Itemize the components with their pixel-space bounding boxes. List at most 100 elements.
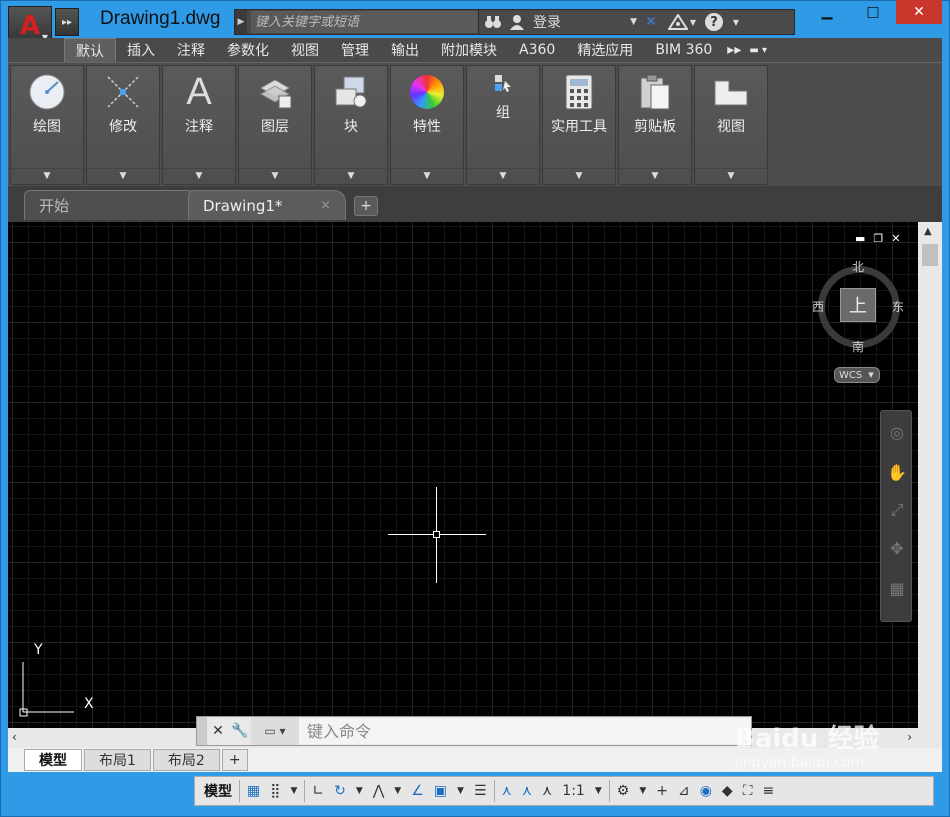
panel-block[interactable]: 块 ▼ — [314, 65, 388, 185]
panel-properties[interactable]: 特性 ▼ — [390, 65, 464, 185]
minimize-button[interactable]: ▁ — [804, 0, 850, 24]
close-icon[interactable]: ✕ — [207, 717, 229, 745]
binoculars-icon[interactable] — [479, 10, 507, 34]
osnap-dropdown-icon[interactable]: ▼ — [454, 778, 467, 804]
compass-east[interactable]: 东 — [892, 298, 904, 315]
clean-screen-icon[interactable]: ⛶ — [740, 778, 756, 804]
lineweight-icon[interactable]: ☰ — [471, 778, 490, 804]
orbit-icon[interactable]: ✥ — [885, 533, 909, 563]
ribbon-tab-annotate[interactable]: 注释 — [166, 39, 216, 61]
chevron-down-icon[interactable]: ▼ — [543, 168, 615, 182]
ribbon-tab-default[interactable]: 默认 — [64, 38, 116, 62]
chevron-down-icon[interactable]: ▼ — [467, 168, 539, 182]
exchange-apps-icon[interactable]: ✕ — [637, 10, 665, 34]
help-dropdown-icon[interactable]: ▼ — [729, 10, 743, 34]
search-input[interactable] — [251, 11, 478, 33]
vertical-scroll-thumb[interactable] — [922, 244, 938, 266]
ribbon-tab-insert[interactable]: 插入 — [116, 39, 166, 61]
object-snap-tracking-icon[interactable]: ∠ — [408, 778, 427, 804]
chevron-down-icon[interactable]: ▼ — [239, 168, 311, 182]
ortho-mode-icon[interactable]: ∟ — [309, 778, 327, 804]
object-snap-icon[interactable]: ▣ — [431, 778, 450, 804]
file-tab-start[interactable]: 开始 — [24, 190, 200, 220]
workspace-gear-icon[interactable]: ⚙ — [614, 778, 633, 804]
ribbon-more-tabs-icon[interactable]: ▸▸ — [723, 39, 745, 61]
wrench-icon[interactable]: 🔧 — [229, 717, 251, 745]
grid-display-icon[interactable]: ▦ — [244, 778, 263, 804]
help-icon[interactable]: ? — [699, 10, 729, 34]
compass-south[interactable]: 南 — [852, 338, 864, 355]
isodraft-dropdown-icon[interactable]: ▼ — [391, 778, 404, 804]
maximize-button[interactable]: □ — [850, 0, 896, 24]
chevron-down-icon[interactable]: ▼ — [87, 168, 159, 182]
file-tab-drawing1[interactable]: Drawing1* × — [188, 190, 346, 220]
ribbon-tab-addins[interactable]: 附加模块 — [430, 39, 508, 61]
compass-west[interactable]: 西 — [812, 298, 824, 315]
showmotion-icon[interactable]: ▦ — [885, 573, 909, 603]
panel-modify[interactable]: 修改 ▼ — [86, 65, 160, 185]
drawing-canvas[interactable]: ▬ ❐ ✕ 上 北 南 西 东 WCS ▼ ◎ ✋ ⤢ ✥ ▦ Y X — [8, 222, 918, 728]
signin-dropdown-icon[interactable]: ▼ — [567, 10, 637, 34]
panel-annotation[interactable]: A 注释 ▼ — [162, 65, 236, 185]
ribbon-tab-view[interactable]: 视图 — [280, 39, 330, 61]
units-icon[interactable]: ⊿ — [675, 778, 693, 804]
model-space-button[interactable]: 模型 — [201, 778, 235, 804]
scroll-left-icon[interactable]: ‹ — [12, 730, 17, 744]
chevron-down-icon[interactable]: ▼ — [11, 168, 83, 182]
layout-tab-layout2[interactable]: 布局2 — [152, 749, 220, 771]
customization-icon[interactable]: ≡ — [760, 778, 778, 804]
polar-tracking-icon[interactable]: ↻ — [331, 778, 349, 804]
chevron-down-icon[interactable]: ▼ — [619, 168, 691, 182]
auto-scale-icon[interactable]: ⋏ — [519, 778, 535, 804]
polar-dropdown-icon[interactable]: ▼ — [353, 778, 366, 804]
annotation-visibility-icon[interactable]: ⋏ — [499, 778, 515, 804]
a360-icon[interactable]: ▼ — [665, 10, 699, 34]
panel-draw[interactable]: 绘图 ▼ — [10, 65, 84, 185]
ribbon-tab-bim360[interactable]: BIM 360 — [644, 39, 723, 61]
panel-view[interactable]: 视图 ▼ — [694, 65, 768, 185]
hardware-acceleration-icon[interactable]: ◆ — [719, 778, 736, 804]
command-prompt-icon[interactable]: ▭ ▾ — [251, 717, 299, 745]
layout-tab-layout1[interactable]: 布局1 — [84, 749, 151, 771]
scroll-up-icon[interactable]: ▲ — [924, 226, 932, 237]
close-icon[interactable]: × — [320, 198, 331, 213]
signin-button[interactable]: 登录 — [527, 10, 567, 34]
ribbon-tab-manage[interactable]: 管理 — [330, 39, 380, 61]
annotation-monitor-icon[interactable]: + — [653, 778, 671, 804]
pan-hand-icon[interactable]: ✋ — [885, 457, 909, 487]
command-line-grip[interactable] — [197, 717, 207, 745]
annotation-scale-value[interactable]: 1:1 — [559, 778, 588, 804]
scroll-right-icon[interactable]: › — [907, 730, 912, 744]
viewcube[interactable]: 上 北 南 西 东 — [810, 258, 906, 354]
new-tab-button[interactable]: + — [354, 196, 378, 216]
panel-layers[interactable]: 图层 ▼ — [238, 65, 312, 185]
chevron-down-icon[interactable]: ▼ — [695, 168, 767, 182]
isodraft-icon[interactable]: ⋀ — [370, 778, 387, 804]
ribbon-tab-featured-apps[interactable]: 精选应用 — [566, 39, 644, 61]
ribbon-minimize-toggle-icon[interactable]: ▬ ▾ — [745, 39, 771, 61]
ribbon-tab-parametric[interactable]: 参数化 — [216, 39, 280, 61]
workspace-dropdown-icon[interactable]: ▼ — [636, 778, 649, 804]
isolate-objects-icon[interactable]: ◉ — [697, 778, 715, 804]
zoom-extents-icon[interactable]: ⤢ — [885, 495, 909, 525]
annotation-scale-icon[interactable]: ⋏ — [539, 778, 555, 804]
panel-utilities[interactable]: 实用工具 ▼ — [542, 65, 616, 185]
scale-dropdown-icon[interactable]: ▼ — [592, 778, 605, 804]
viewcube-top-face[interactable]: 上 — [840, 288, 876, 322]
search-expand-icon[interactable]: ▶ — [235, 10, 247, 34]
ribbon-tab-a360[interactable]: A360 — [508, 39, 566, 61]
ribbon-tab-output[interactable]: 输出 — [380, 39, 430, 61]
restore-icon[interactable]: ❐ — [873, 232, 883, 245]
add-layout-button[interactable]: + — [221, 749, 248, 771]
close-button[interactable]: ✕ — [896, 0, 942, 24]
wcs-menu-button[interactable]: WCS ▼ — [834, 367, 880, 383]
vertical-scrollbar[interactable]: ▲ — [918, 222, 942, 728]
layout-tab-model[interactable]: 模型 — [24, 749, 82, 771]
compass-north[interactable]: 北 — [852, 258, 864, 275]
command-input[interactable] — [299, 718, 751, 744]
chevron-down-icon[interactable]: ▼ — [163, 168, 235, 182]
chevron-down-icon[interactable]: ▼ — [315, 168, 387, 182]
chevron-down-icon[interactable]: ▼ — [391, 168, 463, 182]
snap-dropdown-icon[interactable]: ▼ — [288, 778, 301, 804]
quick-access-toolbar-expand-button[interactable]: ▸▸ — [55, 8, 79, 36]
